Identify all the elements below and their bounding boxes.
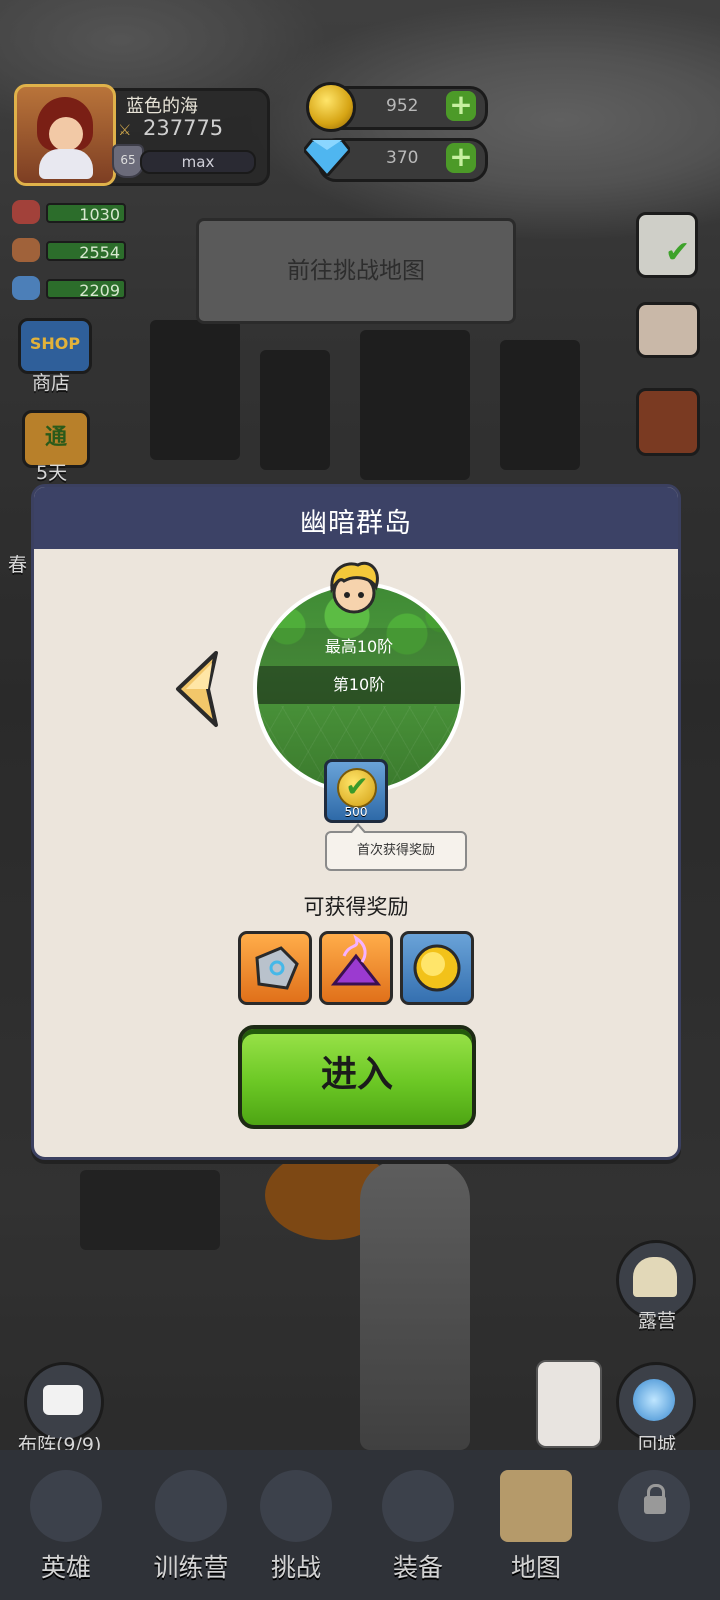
board-icon: [43, 1385, 83, 1415]
spring-event-label: 春: [8, 554, 28, 576]
sword-icon: [260, 1470, 332, 1542]
player-name: 蓝色的海: [126, 96, 198, 117]
crystal-icon: [12, 276, 40, 300]
meat-icon: [12, 200, 40, 224]
avatar[interactable]: [14, 84, 116, 186]
enter-stage-button[interactable]: 进入: [238, 1025, 476, 1129]
portal-icon: [633, 1379, 675, 1421]
player-power: 237775: [143, 116, 224, 140]
check-coin-icon: ✔: [337, 768, 377, 808]
nav-challenge[interactable]: 挑战: [248, 1462, 344, 1592]
gold-amount: 952: [386, 96, 419, 116]
reward-ore-item[interactable]: [238, 931, 312, 1005]
mail-icon[interactable]: [636, 302, 700, 358]
gem-amount: 370: [386, 148, 419, 168]
exp-bar: max: [140, 150, 256, 174]
nav-map-label: 地图: [510, 1553, 561, 1582]
task-checklist-icon[interactable]: ✔: [636, 212, 698, 278]
tent-icon: [633, 1257, 677, 1297]
armor-icon: [382, 1470, 454, 1542]
nav-heroes[interactable]: 英雄: [18, 1462, 114, 1592]
camp-label: 露营: [638, 1310, 677, 1332]
power-icon: ⚔: [118, 121, 132, 139]
current-stage-label: 第10阶: [257, 666, 461, 704]
nav-locked[interactable]: [606, 1462, 702, 1592]
add-gold-button[interactable]: +: [446, 91, 476, 121]
lock-icon: [618, 1470, 690, 1542]
reward-purple-dust-item[interactable]: [319, 931, 393, 1005]
gold-coin-icon: [306, 82, 356, 132]
nav-challenge-label: 挑战: [270, 1553, 321, 1582]
battle-pass-timer: 5天: [36, 462, 68, 484]
dialog-title: 幽暗群岛: [300, 508, 412, 539]
wood-icon: [12, 238, 40, 262]
nav-map[interactable]: 地图: [488, 1462, 584, 1592]
nav-heroes-label: 英雄: [40, 1553, 91, 1582]
stat-food: 1030: [46, 203, 126, 224]
target-icon: [155, 1470, 227, 1542]
gold-coin-icon: [413, 944, 461, 992]
shop-icon[interactable]: SHOP: [18, 318, 92, 374]
previous-stage-arrow-icon[interactable]: [172, 649, 228, 729]
stat-wood: 2554: [46, 241, 126, 262]
reward-gold-item[interactable]: [400, 931, 474, 1005]
goto-challenge-map-button[interactable]: 前往挑战地图: [196, 218, 516, 324]
first-clear-reward-badge[interactable]: ✔ 500: [324, 759, 388, 823]
diamond-icon: [304, 138, 350, 176]
first-reward-tooltip: 首次获得奖励: [325, 823, 467, 871]
heroes-icon: [30, 1470, 102, 1542]
backpack-icon[interactable]: [636, 388, 700, 456]
purple-dust-icon: [330, 934, 382, 986]
nav-training-label: 训练营: [153, 1553, 229, 1582]
first-reward-amount: 500: [344, 805, 368, 819]
nav-equipment-label: 装备: [392, 1553, 443, 1582]
rewards-label: 可获得奖励: [303, 895, 409, 919]
nav-equipment[interactable]: 装备: [370, 1462, 466, 1592]
map-scroll-icon: [500, 1470, 572, 1542]
rune-stone-icon: [255, 946, 299, 990]
shop-label: 商店: [32, 372, 71, 394]
nav-training-camp[interactable]: 训练营: [136, 1462, 246, 1592]
add-gems-button[interactable]: +: [446, 143, 476, 173]
stat-crystal: 2209: [46, 279, 126, 300]
resource-collect-icon[interactable]: [536, 1360, 602, 1448]
stage-select-dialog: 幽暗群岛 最高10阶 第10阶 ✔ 500 首次获得奖励 可获得奖励 进入: [31, 484, 681, 1160]
max-stage-label: 最高10阶: [257, 628, 461, 666]
hero-portrait-icon: [330, 561, 379, 614]
